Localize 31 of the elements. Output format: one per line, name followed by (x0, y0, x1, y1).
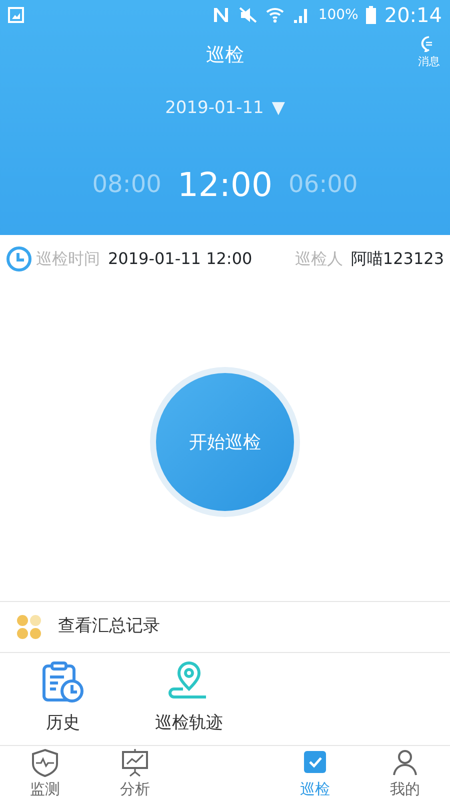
chart-board-icon (121, 748, 149, 778)
tab-button[interactable]: 分析 (90, 746, 180, 800)
mute-icon (238, 7, 258, 23)
start-button[interactable]: 开始巡检 (156, 373, 294, 511)
field-value: 2019-01-11 12:00 (108, 248, 252, 270)
field-label: 巡检人 (294, 248, 343, 270)
grid-icon (16, 614, 42, 640)
field-value: 阿喵123123 (350, 248, 444, 270)
page-title: 巡检 (206, 42, 244, 68)
summary-link[interactable]: 查看汇总记录 (58, 614, 160, 640)
field-label: 巡检时间 (36, 248, 100, 270)
battery-icon (366, 6, 376, 24)
time-option[interactable]: 12:00 (177, 160, 273, 209)
clock-time: 20:14 (384, 2, 442, 29)
tab-button[interactable]: 巡检 (270, 746, 360, 800)
battery-level: 100% (318, 6, 358, 24)
shortcut-button[interactable]: 历史 (8, 660, 118, 738)
time-option[interactable]: 08:00 (92, 166, 162, 202)
clipboard-clock-icon (41, 661, 85, 704)
message-button[interactable]: 消息 (418, 36, 440, 67)
clock-icon (6, 246, 32, 272)
shortcut-button[interactable]: 巡检轨迹 (134, 660, 244, 738)
person-icon (391, 748, 419, 778)
tab-button[interactable]: 监测 (0, 746, 90, 800)
wifi-icon (266, 7, 284, 23)
nfc-icon (212, 7, 230, 23)
time-option[interactable]: 06:00 (288, 166, 358, 202)
tab-button[interactable]: 我的 (360, 746, 450, 800)
shield-pulse-icon (31, 748, 59, 778)
image-icon (8, 7, 24, 23)
date-picker[interactable]: 2019-01-11 ▼ (165, 96, 285, 122)
